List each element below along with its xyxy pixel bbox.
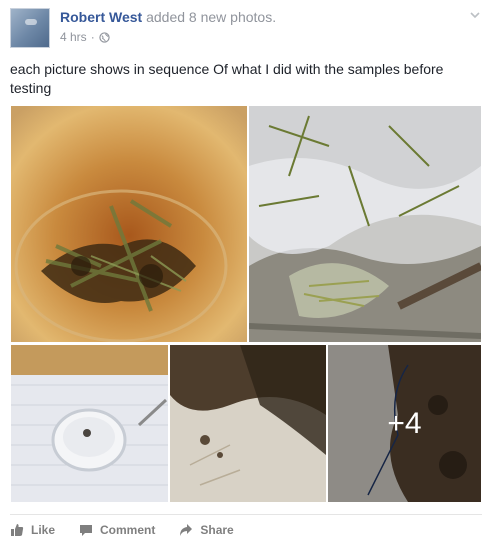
comment-button[interactable]: Comment	[79, 523, 155, 537]
photo-3-image	[11, 345, 168, 502]
timestamp-link[interactable]: 4 hrs	[60, 30, 87, 44]
globe-icon[interactable]	[99, 31, 110, 43]
share-button[interactable]: Share	[179, 523, 234, 537]
post-meta: 4 hrs ·	[60, 30, 110, 44]
photo-1[interactable]	[11, 106, 247, 342]
photo-1-image	[11, 106, 247, 342]
thumbs-up-icon	[11, 524, 24, 536]
comment-label: Comment	[100, 523, 156, 537]
like-button[interactable]: Like	[10, 523, 55, 537]
meta-separator: ·	[90, 30, 95, 44]
post-actions: Like Comment Share	[10, 520, 258, 540]
chevron-down-icon[interactable]	[468, 8, 482, 22]
photo-4-image	[170, 345, 326, 502]
more-photos-count: +4	[387, 406, 422, 440]
avatar-highlight	[25, 19, 37, 25]
post-header: Robert West added 8 new photos.	[60, 9, 276, 25]
author-name-link[interactable]: Robert West	[60, 9, 142, 25]
photo-3[interactable]	[11, 345, 168, 502]
more-photos-overlay: +4	[328, 345, 481, 502]
photo-5-more[interactable]: +4	[328, 345, 481, 502]
like-label: Like	[31, 523, 56, 537]
actions-divider	[10, 514, 482, 515]
post-caption: each picture shows in sequence Of what I…	[10, 61, 444, 96]
share-icon	[180, 524, 193, 536]
photo-2-image	[249, 106, 481, 342]
comment-icon	[80, 525, 93, 536]
photo-4[interactable]	[170, 345, 326, 502]
avatar[interactable]	[10, 8, 50, 48]
post-action-text: added 8 new photos.	[146, 9, 277, 25]
photo-2[interactable]	[249, 106, 481, 342]
feed-post: Robert West added 8 new photos. 4 hrs · …	[0, 0, 492, 548]
share-label: Share	[200, 523, 234, 537]
